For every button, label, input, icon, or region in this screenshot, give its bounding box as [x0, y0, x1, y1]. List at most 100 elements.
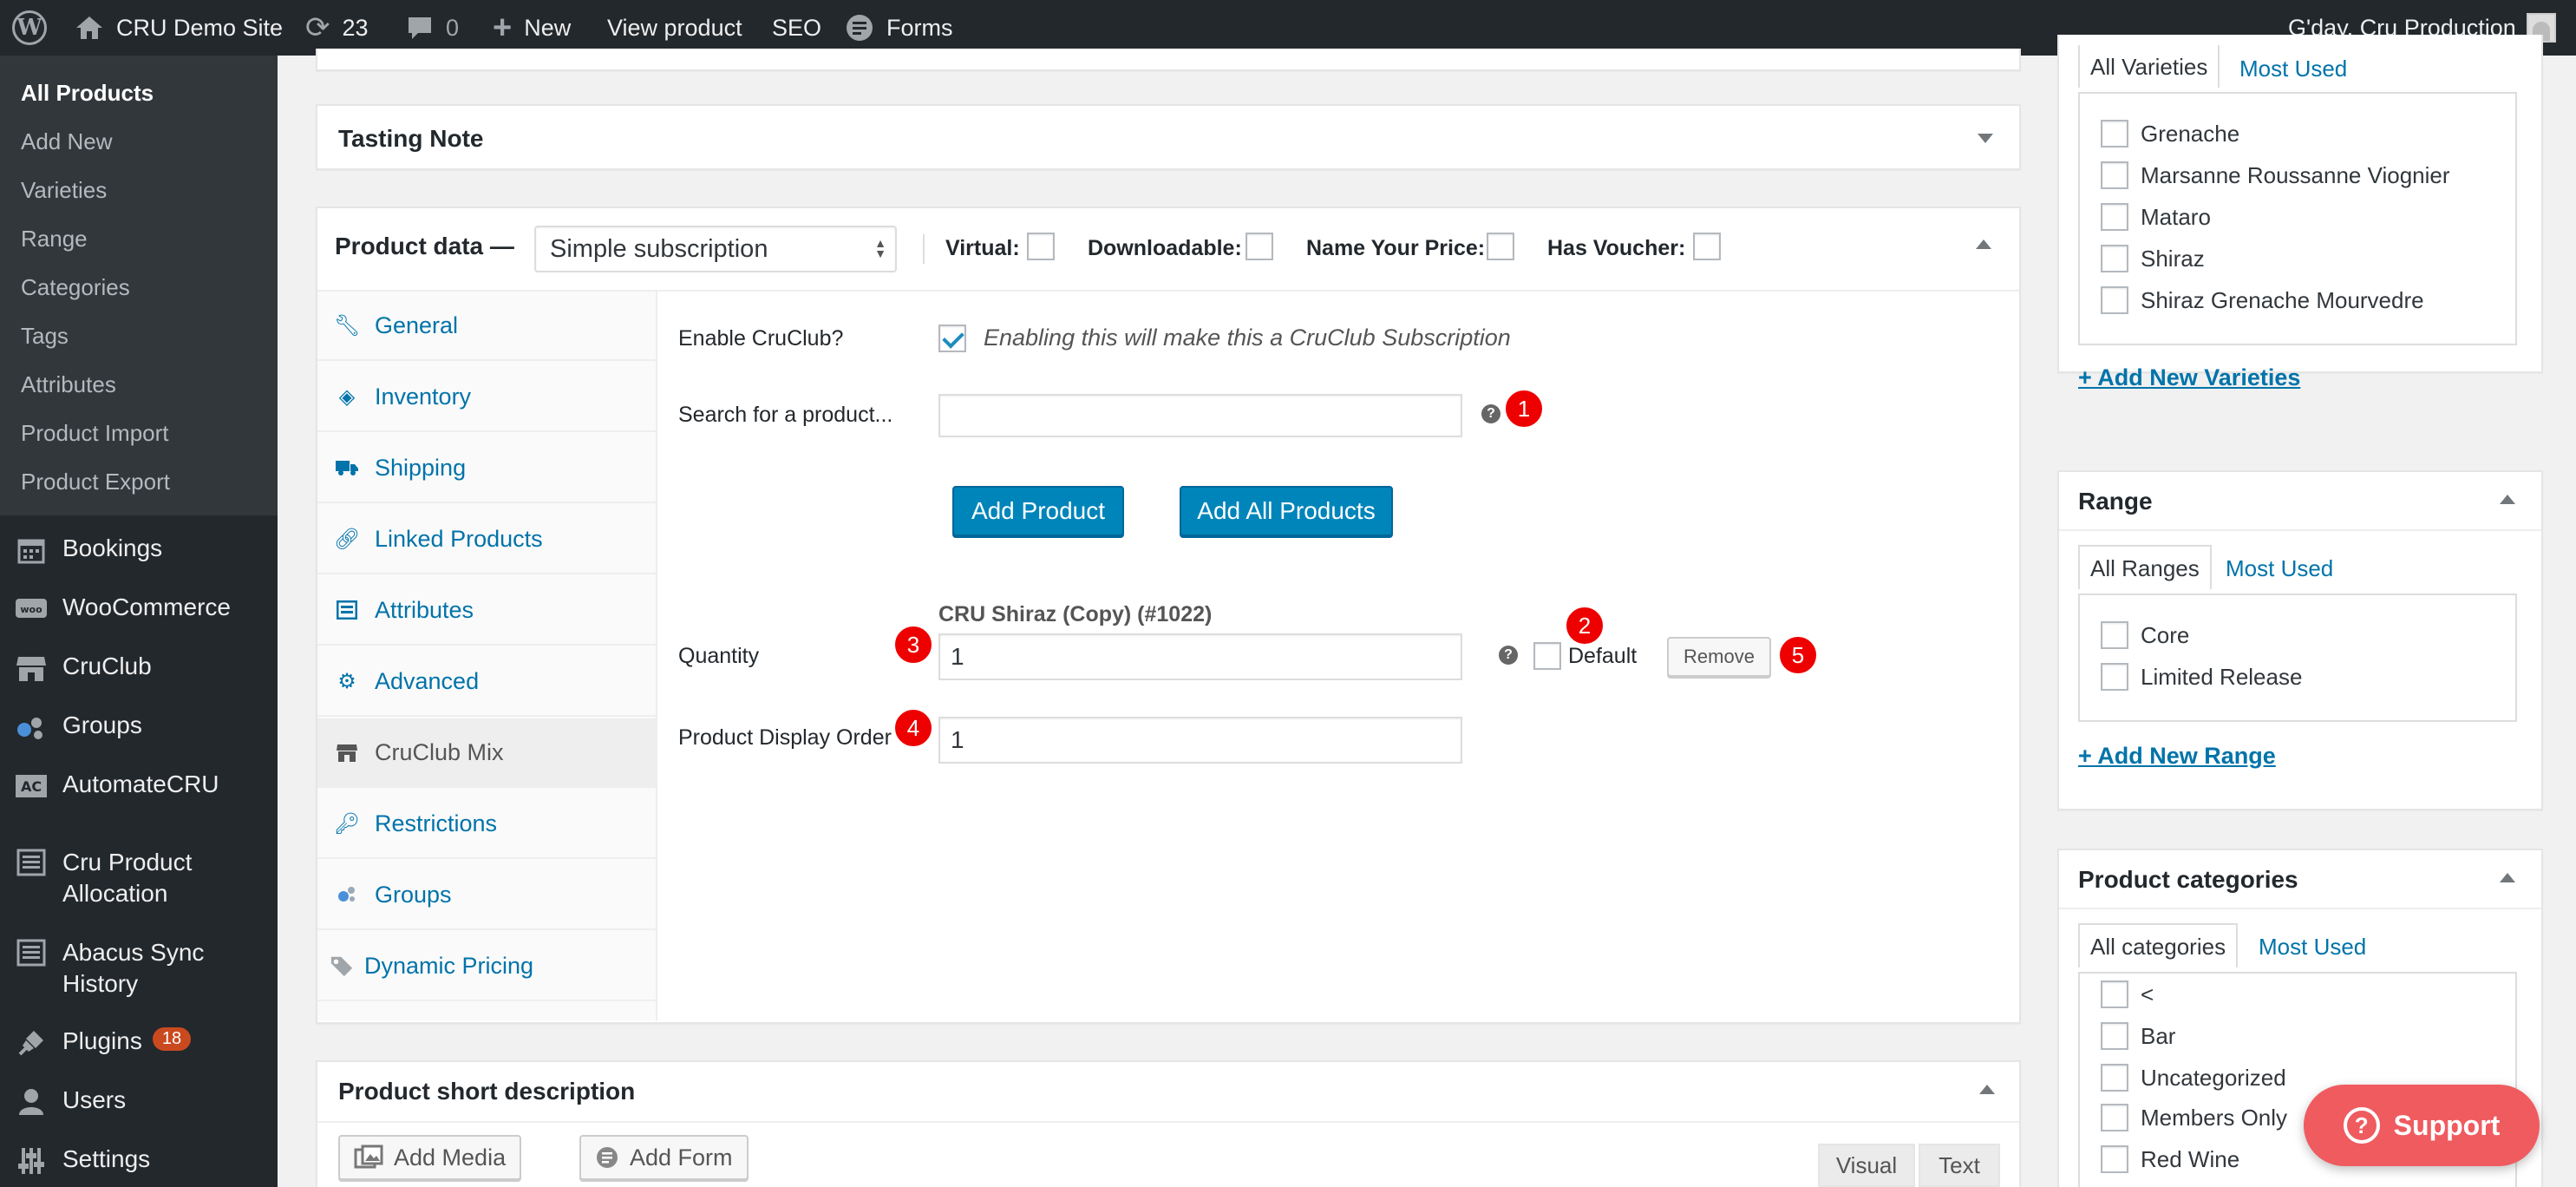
range-checkbox[interactable] — [2101, 621, 2128, 649]
toggle-up-icon[interactable] — [1976, 239, 1991, 249]
category-checkbox[interactable] — [2101, 1104, 2128, 1131]
quantity-input[interactable]: 1 — [938, 633, 1462, 680]
downloadable-checkbox[interactable] — [1246, 233, 1273, 260]
site-name-link[interactable]: CRU Demo Site — [75, 0, 283, 56]
support-label: Support — [2393, 1109, 2501, 1141]
menu-cru-product-allocation[interactable]: Cru Product Allocation — [0, 847, 278, 909]
list-item[interactable]: Marsanne Roussanne Viognier — [2101, 161, 2450, 189]
has-voucher-checkbox[interactable] — [1693, 233, 1721, 260]
list-item[interactable]: Mataro — [2101, 203, 2211, 231]
submenu-varieties[interactable]: Varieties — [21, 177, 107, 204]
varieties-tab-most-used[interactable]: Most Used — [2239, 56, 2347, 82]
category-checkbox[interactable] — [2101, 1064, 2128, 1092]
toggle-up-icon[interactable] — [2500, 873, 2515, 882]
default-checkbox[interactable] — [1533, 642, 1561, 670]
submenu-attributes[interactable]: Attributes — [21, 371, 116, 398]
seo-label: SEO — [772, 14, 822, 41]
updates-link[interactable]: ⟳ 23 — [305, 0, 369, 56]
list-item[interactable]: Members Only — [2101, 1104, 2287, 1131]
store-icon — [14, 653, 49, 684]
add-all-products-button[interactable]: Add All Products — [1180, 486, 1393, 536]
enable-cruclub-checkbox[interactable] — [938, 325, 966, 352]
range-checkbox[interactable] — [2101, 663, 2128, 691]
category-checkbox[interactable] — [2101, 1145, 2128, 1173]
view-product-link[interactable]: View product — [607, 0, 742, 56]
list-item[interactable]: Shiraz Grenache Mourvedre — [2101, 286, 2424, 314]
menu-settings[interactable]: Settings — [0, 1145, 278, 1177]
add-new-varieties-link[interactable]: + Add New Varieties — [2078, 364, 2300, 391]
help-icon[interactable]: ? — [1499, 646, 1518, 665]
toggle-down-icon[interactable] — [1978, 134, 1993, 143]
variety-label: Mataro — [2141, 203, 2211, 230]
name-your-price-checkbox[interactable] — [1487, 233, 1514, 260]
submenu-tags[interactable]: Tags — [21, 323, 69, 350]
category-checkbox[interactable] — [2101, 1022, 2128, 1050]
varieties-tab-all[interactable]: All Varieties — [2078, 45, 2220, 88]
menu-plugins[interactable]: Plugins 18 — [0, 1027, 278, 1059]
help-icon[interactable]: ? — [1481, 404, 1500, 423]
list-item[interactable]: Uncategorized — [2101, 1064, 2286, 1092]
menu-bookings[interactable]: Bookings — [0, 534, 278, 566]
comments-link[interactable]: 0 — [406, 0, 459, 56]
menu-groups[interactable]: Groups — [0, 712, 278, 743]
variety-checkbox[interactable] — [2101, 161, 2128, 189]
tab-dynamic-pricing[interactable]: Dynamic Pricing — [317, 932, 656, 1001]
list-item[interactable]: Bar — [2101, 1022, 2175, 1050]
categories-tab-most-used[interactable]: Most Used — [2259, 934, 2366, 961]
seo-link[interactable]: SEO — [772, 0, 821, 56]
virtual-checkbox[interactable] — [1027, 233, 1055, 260]
menu-cruclub[interactable]: CruClub — [0, 653, 278, 684]
menu-automatecru[interactable]: AC AutomateCRU — [0, 771, 278, 802]
tab-groups[interactable]: Groups — [317, 861, 656, 930]
forms-link[interactable]: Forms — [845, 0, 953, 56]
list-item[interactable]: < — [2101, 980, 2154, 1008]
menu-users[interactable]: Users — [0, 1086, 278, 1118]
tab-general[interactable]: 🔧︎ General — [317, 292, 656, 361]
menu-woocommerce[interactable]: woo WooCommerce — [0, 594, 278, 625]
range-tab-all[interactable]: All Ranges — [2078, 545, 2212, 589]
list-item[interactable]: Shiraz — [2101, 245, 2205, 272]
text-tab[interactable]: Text — [1919, 1144, 2000, 1187]
list-item[interactable]: Red Wine — [2101, 1145, 2239, 1173]
variety-checkbox[interactable] — [2101, 120, 2128, 148]
menu-abacus-sync-history[interactable]: Abacus Sync History — [0, 937, 278, 1000]
submenu-product-import[interactable]: Product Import — [21, 420, 169, 447]
tab-advanced[interactable]: ⚙ Advanced — [317, 647, 656, 717]
variety-label: Grenache — [2141, 120, 2240, 147]
product-type-select[interactable]: Simple subscription ▲ ▼ — [534, 226, 897, 272]
list-item[interactable]: Grenache — [2101, 120, 2239, 148]
tab-attributes[interactable]: Attributes — [317, 576, 656, 646]
variety-checkbox[interactable] — [2101, 286, 2128, 314]
support-button[interactable]: ? Support — [2304, 1085, 2540, 1166]
submenu-categories[interactable]: Categories — [21, 274, 130, 301]
toggle-up-icon[interactable] — [2500, 495, 2515, 504]
search-product-input[interactable] — [938, 394, 1462, 437]
add-form-button[interactable]: Add Form — [579, 1135, 749, 1180]
tab-linked-products[interactable]: 🔗︎ Linked Products — [317, 505, 656, 574]
tasting-note-postbox[interactable]: Tasting Note — [316, 104, 2021, 170]
list-item[interactable]: Limited Release — [2101, 663, 2302, 691]
range-tab-most-used[interactable]: Most Used — [2226, 555, 2333, 582]
add-media-button[interactable]: Add Media — [338, 1135, 522, 1180]
toggle-up-icon[interactable] — [1979, 1085, 1995, 1094]
tab-cruclub-mix[interactable]: CruClub Mix — [317, 718, 656, 788]
submenu-all-products[interactable]: All Products — [21, 80, 154, 107]
variety-checkbox[interactable] — [2101, 203, 2128, 231]
display-order-input[interactable]: 1 — [938, 717, 1462, 764]
category-checkbox[interactable] — [2101, 980, 2128, 1008]
submenu-product-export[interactable]: Product Export — [21, 469, 170, 495]
new-content-link[interactable]: + New — [493, 0, 571, 56]
add-product-button[interactable]: Add Product — [952, 486, 1124, 536]
wordpress-logo[interactable]: W — [12, 0, 47, 56]
categories-tab-all[interactable]: All categories — [2078, 923, 2239, 967]
variety-checkbox[interactable] — [2101, 245, 2128, 272]
tab-restrictions[interactable]: 🔑︎ Restrictions — [317, 790, 656, 859]
add-new-range-link[interactable]: + Add New Range — [2078, 743, 2276, 770]
remove-product-button[interactable]: Remove — [1667, 637, 1771, 677]
list-item[interactable]: Core — [2101, 621, 2189, 649]
visual-tab[interactable]: Visual — [1818, 1144, 1915, 1187]
submenu-add-new[interactable]: Add New — [21, 128, 113, 155]
tab-shipping[interactable]: Shipping — [317, 434, 656, 503]
submenu-range[interactable]: Range — [21, 226, 88, 252]
tab-inventory[interactable]: ◈ Inventory — [317, 363, 656, 432]
